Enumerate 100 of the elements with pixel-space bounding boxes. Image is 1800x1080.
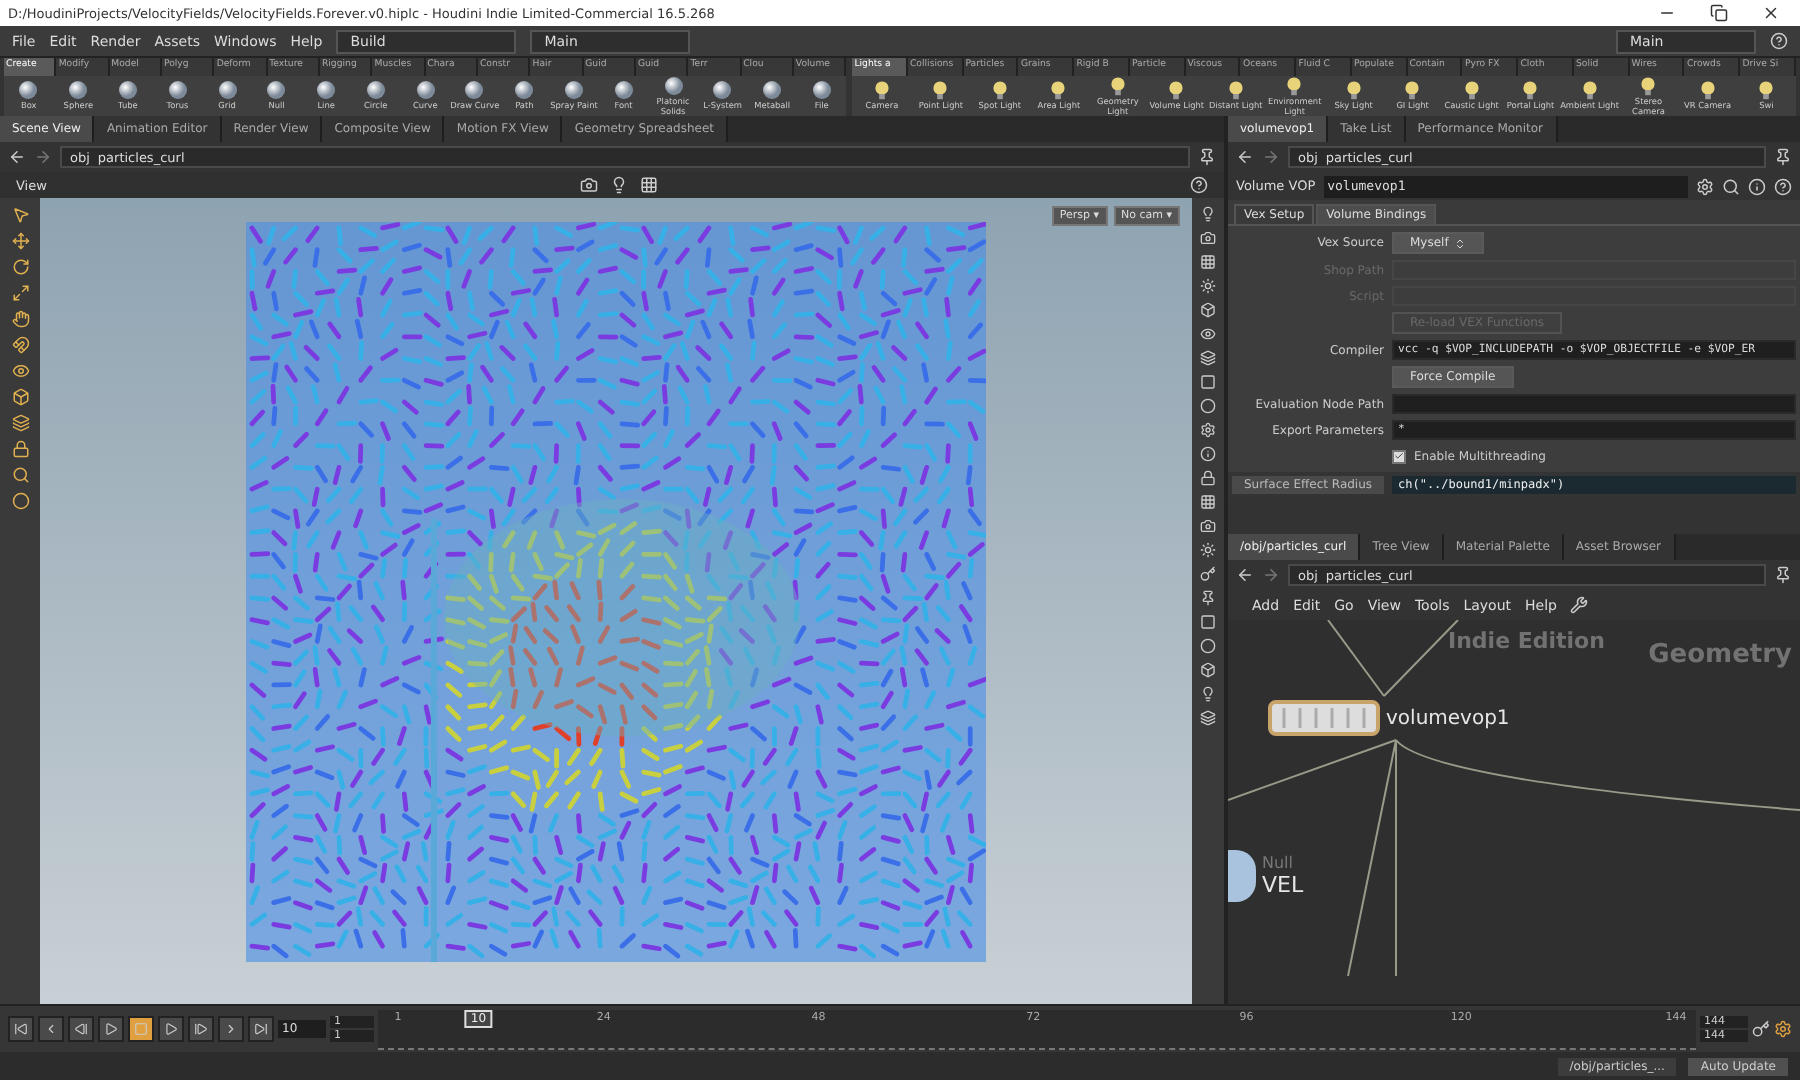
bulb-icon <box>1200 206 1216 222</box>
light-bulb-icon <box>1402 80 1423 101</box>
ball-icon <box>514 80 535 101</box>
camera-icon <box>579 176 598 194</box>
check-icon <box>1394 450 1404 462</box>
play-reverse-button[interactable] <box>98 1016 124 1042</box>
previous-key-button[interactable] <box>38 1016 64 1042</box>
back-icon <box>8 148 26 166</box>
light-bulb-icon <box>1166 80 1187 101</box>
key-icon <box>1752 1020 1770 1038</box>
light-bulb-icon <box>1284 76 1305 97</box>
context-watermark: Geometry <box>1648 640 1792 670</box>
last-frame-button[interactable] <box>248 1016 274 1042</box>
light-bulb-icon <box>871 80 892 101</box>
light-bulb-icon <box>1520 80 1541 101</box>
play-button[interactable] <box>158 1016 184 1042</box>
pointer-icon <box>11 206 29 224</box>
restore-icon <box>1709 4 1727 22</box>
search-icon <box>1722 177 1740 195</box>
forward-icon <box>1262 148 1280 166</box>
circle-icon <box>11 492 29 510</box>
move-icon <box>11 232 29 250</box>
node-name: volumevop1 <box>1386 707 1510 729</box>
pin-icon <box>1198 148 1216 166</box>
next-key-button[interactable] <box>218 1016 244 1042</box>
light-bulb-icon <box>930 80 951 101</box>
last-frame-icon <box>254 1022 268 1036</box>
ball-icon <box>217 80 238 101</box>
grid-icon <box>1200 254 1216 270</box>
step-forward-icon <box>194 1022 208 1036</box>
lock-icon <box>11 440 29 458</box>
ball-icon <box>762 80 783 101</box>
layers-icon <box>1200 350 1216 366</box>
pin-icon <box>1774 148 1792 166</box>
edition-watermark: Indie Edition <box>1448 628 1605 654</box>
wrench-icon <box>1570 596 1589 614</box>
light-bulb-icon <box>1756 80 1777 101</box>
null-node[interactable] <box>1228 850 1256 902</box>
info-icon <box>1748 177 1766 195</box>
ball-icon <box>613 80 634 101</box>
pin-icon <box>1774 566 1792 584</box>
ball-icon <box>563 80 584 101</box>
layers-icon <box>11 414 29 432</box>
input-field[interactable] <box>1392 394 1796 414</box>
eye-icon <box>1200 326 1216 342</box>
help-icon <box>1774 177 1792 195</box>
previous-key-icon <box>44 1022 58 1036</box>
ball-icon <box>811 80 832 101</box>
ball-icon <box>117 80 138 101</box>
back-icon <box>1236 566 1254 584</box>
light-bulb-icon <box>1461 80 1482 101</box>
bulb-icon <box>609 176 628 194</box>
grid-icon <box>639 176 658 194</box>
network-canvas[interactable]: Indie Edition Geometry volumevop1 Null VEL <box>1228 620 1800 1004</box>
checkbox[interactable] <box>1392 449 1406 463</box>
cube-icon <box>11 388 29 406</box>
cube-icon <box>1200 662 1216 678</box>
pin-icon <box>1200 590 1216 606</box>
forward-icon <box>1262 566 1280 584</box>
ball-icon <box>464 80 485 101</box>
camera-icon <box>1200 230 1216 246</box>
square-icon <box>1200 374 1216 390</box>
light-bulb-icon <box>1048 80 1069 101</box>
play-reverse-icon <box>104 1022 118 1036</box>
node-bars-icon <box>1280 708 1368 728</box>
sun-icon <box>1200 542 1216 558</box>
step-back-icon <box>74 1022 88 1036</box>
help-icon <box>1770 32 1788 50</box>
info-icon <box>1200 446 1216 462</box>
magnifier-icon <box>11 466 29 484</box>
grid-icon <box>1200 494 1216 510</box>
light-bulb-icon <box>1107 76 1128 97</box>
camera-icon <box>1200 518 1216 534</box>
node-type: Null <box>1262 854 1295 872</box>
forward-icon <box>34 148 52 166</box>
help-icon <box>1190 176 1208 194</box>
circle-icon <box>1200 398 1216 414</box>
first-frame-icon <box>14 1022 28 1036</box>
light-bulb-icon <box>1579 80 1600 101</box>
settings-icon <box>1200 422 1216 438</box>
stop-button[interactable] <box>128 1016 154 1042</box>
step-forward-button[interactable] <box>188 1016 214 1042</box>
back-icon <box>1236 148 1254 166</box>
settings-icon <box>1774 1020 1792 1038</box>
ball-icon <box>68 80 89 101</box>
circle-icon <box>1200 638 1216 654</box>
light-bulb-icon <box>1638 76 1659 97</box>
step-back-button[interactable] <box>68 1016 94 1042</box>
scale-icon <box>11 284 29 302</box>
stop-icon <box>134 1022 148 1036</box>
light-bulb-icon <box>1697 80 1718 101</box>
ball-icon <box>167 80 188 101</box>
hand-icon <box>11 310 29 328</box>
magnet-icon <box>11 336 29 354</box>
vop-node[interactable] <box>1268 700 1380 736</box>
ball-icon <box>18 80 39 101</box>
close-icon <box>1761 4 1779 22</box>
first-frame-button[interactable] <box>8 1016 34 1042</box>
ball-icon <box>663 76 684 97</box>
ball-icon <box>266 80 287 101</box>
